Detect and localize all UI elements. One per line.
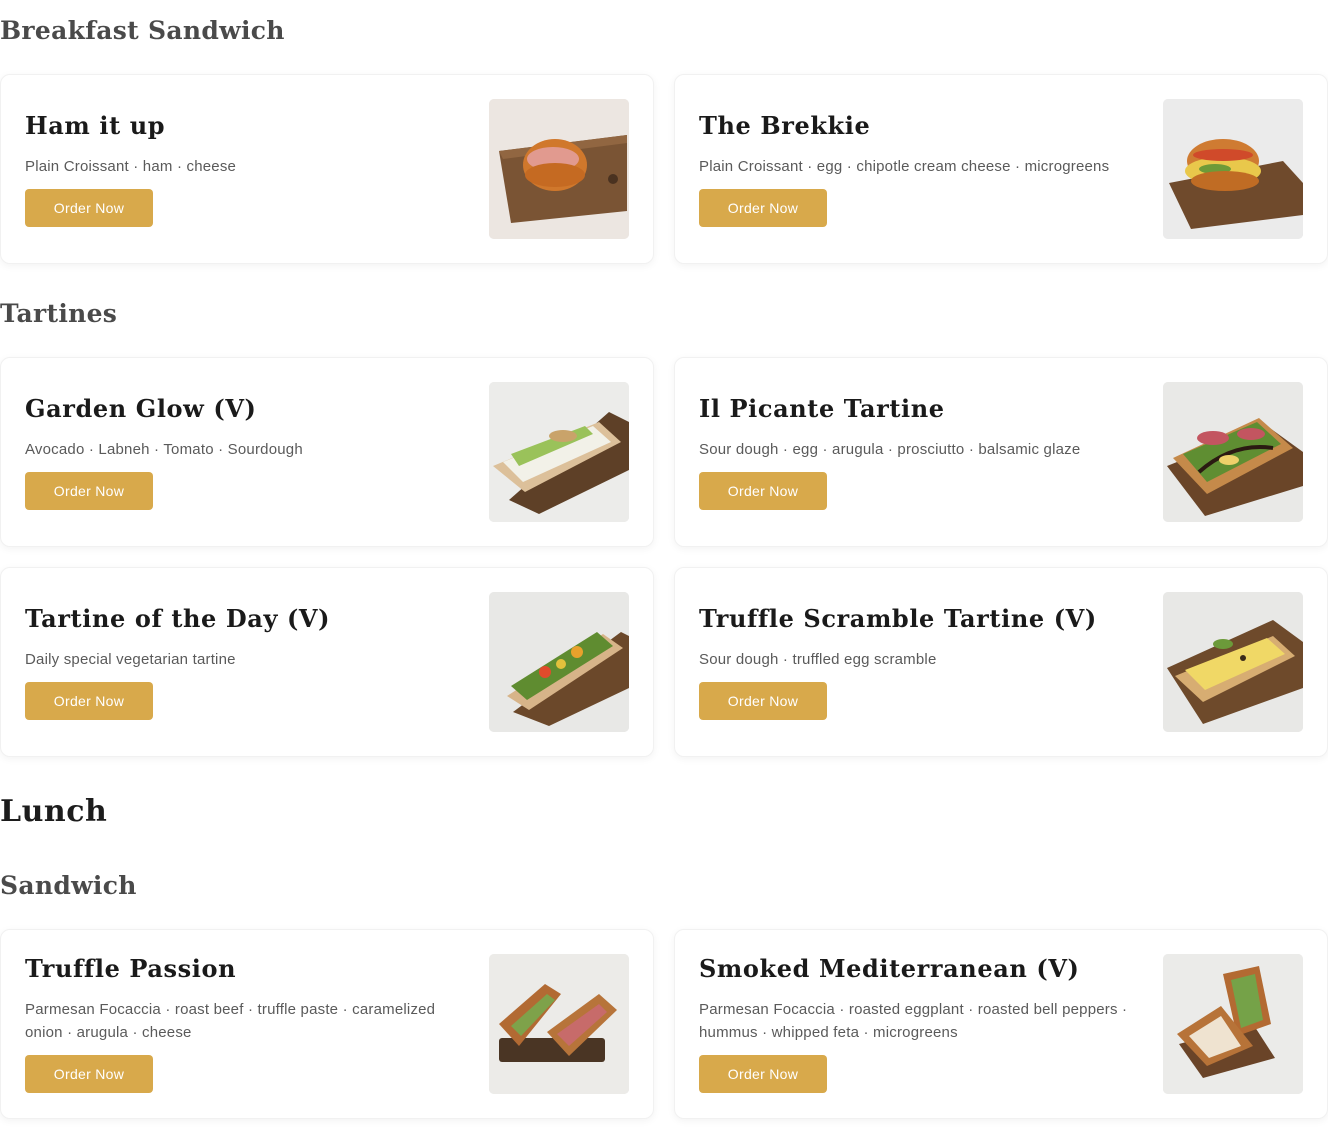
menu-card-tartine-of-the-day: Tartine of the Day (V) Daily special veg… <box>0 567 654 757</box>
item-name: Tartine of the Day (V) <box>25 604 331 633</box>
item-name: Smoked Mediterranean (V) <box>699 954 1080 983</box>
item-description: Sour dough · egg · arugula · prosciutto … <box>699 441 1081 458</box>
focaccia-veggie-sandwich-photo <box>1163 954 1303 1094</box>
focaccia-sandwich-photo <box>489 954 629 1094</box>
section-title-sandwich: Sandwich <box>0 871 137 900</box>
order-now-button[interactable]: Order Now <box>25 1055 153 1093</box>
order-now-button[interactable]: Order Now <box>699 472 827 510</box>
item-description: Avocado · Labneh · Tomato · Sourdough <box>25 441 303 458</box>
menu-card-truffle-passion: Truffle Passion Parmesan Focaccia · roas… <box>0 929 654 1119</box>
section-title-tartines: Tartines <box>0 299 118 328</box>
item-name: Truffle Passion <box>25 954 237 983</box>
item-description: Plain Croissant · ham · cheese <box>25 158 237 175</box>
item-name: Garden Glow (V) <box>25 394 257 423</box>
item-description: Daily special vegetarian tartine <box>25 651 236 668</box>
menu-card-smoked-mediterranean: Smoked Mediterranean (V) Parmesan Focacc… <box>674 929 1328 1119</box>
menu-card-the-brekkie: The Brekkie Plain Croissant · egg · chip… <box>674 74 1328 264</box>
item-description: Plain Croissant · egg · chipotle cream c… <box>699 158 1110 175</box>
order-now-button[interactable]: Order Now <box>699 1055 827 1093</box>
avocado-tartine-photo <box>489 382 629 522</box>
menu-card-il-picante-tartine: Il Picante Tartine Sour dough · egg · ar… <box>674 357 1328 547</box>
order-now-button[interactable]: Order Now <box>25 189 153 227</box>
item-description: Sour dough · truffled egg scramble <box>699 651 937 668</box>
prosciutto-tartine-photo <box>1163 382 1303 522</box>
order-now-button[interactable]: Order Now <box>699 189 827 227</box>
menu-card-ham-it-up: Ham it up Plain Croissant · ham · cheese… <box>0 74 654 264</box>
croissant-egg-photo <box>1163 99 1303 239</box>
item-name: Il Picante Tartine <box>699 394 945 423</box>
menu-group-title-lunch: Lunch <box>0 794 108 829</box>
order-now-button[interactable]: Order Now <box>25 472 153 510</box>
item-name: The Brekkie <box>699 111 871 140</box>
item-description: Parmesan Focaccia · roasted eggplant · r… <box>699 1001 1128 1041</box>
menu-card-garden-glow: Garden Glow (V) Avocado · Labneh · Tomat… <box>0 357 654 547</box>
section-title-breakfast-sandwich: Breakfast Sandwich <box>0 16 285 45</box>
item-name: Truffle Scramble Tartine (V) <box>699 604 1097 633</box>
item-description: Parmesan Focaccia · roast beef · truffle… <box>25 1001 436 1041</box>
order-now-button[interactable]: Order Now <box>25 682 153 720</box>
item-name: Ham it up <box>25 111 166 140</box>
vegetable-tartine-photo <box>489 592 629 732</box>
egg-scramble-tartine-photo <box>1163 592 1303 732</box>
menu-card-truffle-scramble-tartine: Truffle Scramble Tartine (V) Sour dough … <box>674 567 1328 757</box>
order-now-button[interactable]: Order Now <box>699 682 827 720</box>
croissant-ham-photo <box>489 99 629 239</box>
